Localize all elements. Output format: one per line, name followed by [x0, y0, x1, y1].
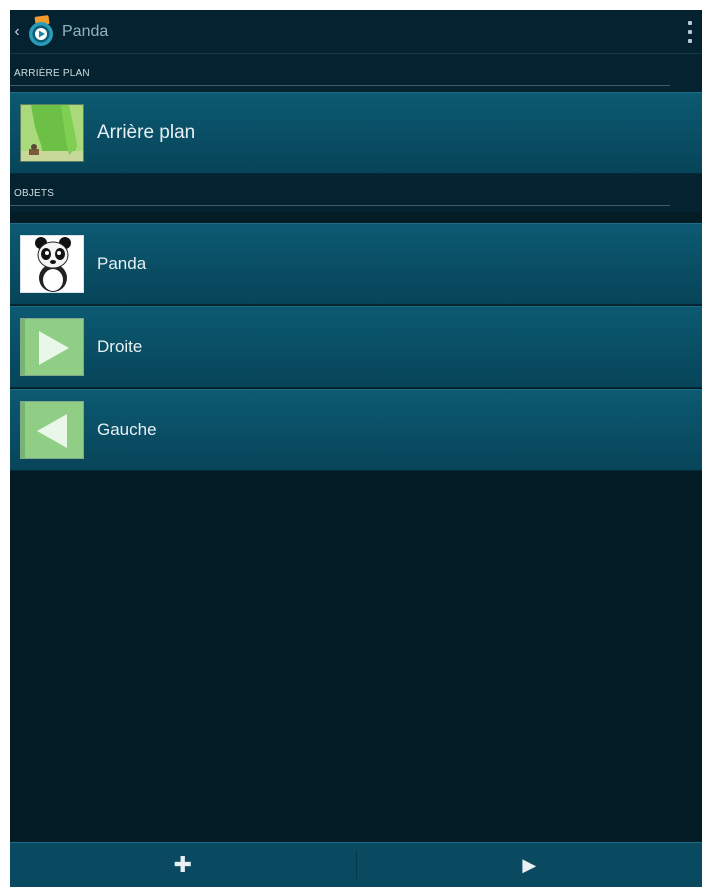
section-header-background: ARRIÈRE PLAN: [10, 54, 702, 92]
screen: ‹ Panda ARRIÈRE PLAN Arrière plan OBJETS…: [10, 10, 702, 887]
play-right-thumbnail: [20, 318, 84, 376]
play-button[interactable]: ▶: [357, 843, 702, 887]
object-item-label: Gauche: [97, 420, 157, 439]
section-header-label: ARRIÈRE PLAN: [14, 68, 90, 79]
object-item-droite[interactable]: Droite: [10, 306, 702, 388]
play-left-thumbnail: [20, 401, 84, 459]
plus-icon: ✚: [173, 852, 192, 877]
app-logo-icon[interactable]: [26, 14, 56, 49]
panda-thumbnail: [20, 235, 84, 293]
play-icon: ▶: [522, 854, 537, 875]
section-header-objects: OBJETS: [10, 174, 702, 212]
background-item-label: Arrière plan: [97, 122, 196, 143]
object-item-gauche[interactable]: Gauche: [10, 389, 702, 471]
app-title: Panda: [62, 22, 109, 40]
back-button[interactable]: ‹: [10, 10, 24, 53]
add-button[interactable]: ✚: [10, 843, 356, 887]
bottom-bar: ✚ ▶: [10, 842, 702, 887]
object-item-label: Panda: [97, 254, 147, 273]
action-bar: ‹ Panda: [10, 10, 702, 54]
divider: [10, 205, 670, 206]
landscape-thumbnail: [20, 104, 84, 162]
object-item-label: Droite: [97, 337, 143, 356]
object-item-panda[interactable]: Panda: [10, 223, 702, 305]
background-item[interactable]: Arrière plan: [10, 92, 702, 174]
chevron-left-icon: ‹: [14, 22, 20, 40]
divider: [10, 85, 670, 86]
overflow-menu-icon[interactable]: [684, 21, 696, 43]
section-header-label: OBJETS: [14, 188, 55, 199]
